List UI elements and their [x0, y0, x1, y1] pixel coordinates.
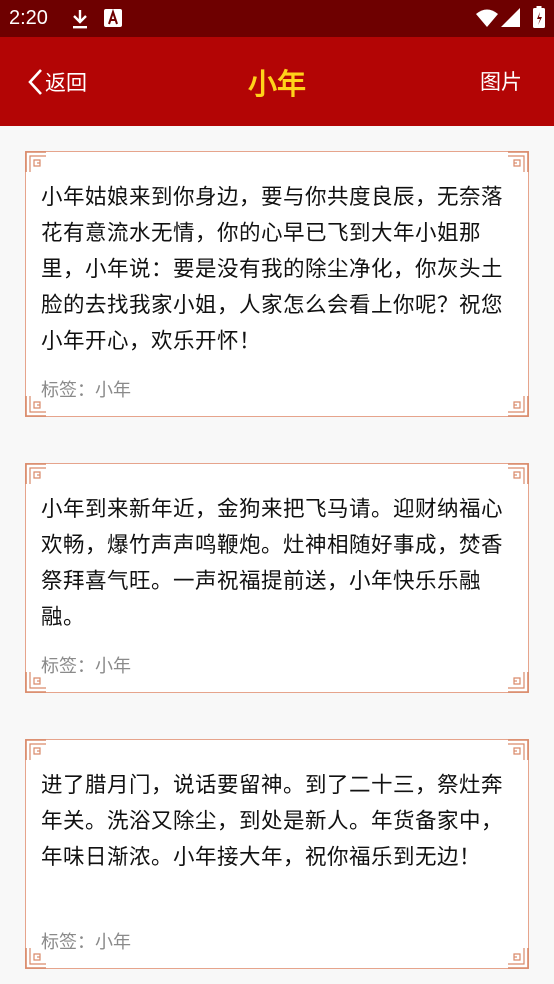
- image-button[interactable]: 图片: [480, 66, 522, 96]
- corner-ornament-icon: [25, 151, 47, 173]
- corner-ornament-icon: [507, 463, 529, 485]
- status-bar: 2:20: [0, 0, 554, 37]
- status-time: 2:20: [9, 7, 48, 29]
- app-bar: 返回 小年 图片: [0, 37, 554, 126]
- card-text: 小年姑娘来到你身边，要与你共度良辰，无奈落花有意流水无情，你的心早已飞到大年小姐…: [41, 185, 504, 354]
- greeting-card[interactable]: 进了腊月门，说话要留神。到了二十三，祭灶奔年关。洗浴又除尘，到处是新人。年货备家…: [25, 739, 529, 969]
- battery-icon: [533, 6, 545, 28]
- card-tag: 标签：小年: [41, 380, 131, 401]
- corner-ornament-icon: [507, 947, 529, 969]
- card-text: 小年到来新年近，金狗来把飞马请。迎财纳福心欢畅，爆竹声声鸣鞭炮。灶神相随好事成，…: [41, 497, 504, 630]
- corner-ornament-icon: [507, 739, 529, 761]
- corner-ornament-icon: [25, 463, 47, 485]
- card-text: 进了腊月门，说话要留神。到了二十三，祭灶奔年关。洗浴又除尘，到处是新人。年货备家…: [41, 773, 504, 870]
- corner-ornament-icon: [25, 739, 47, 761]
- a-notification-icon: [104, 9, 122, 27]
- download-icon: [73, 10, 87, 29]
- card-tag: 标签：小年: [41, 656, 131, 677]
- card-tag: 标签：小年: [41, 932, 131, 953]
- corner-ornament-icon: [507, 671, 529, 693]
- cellular-icon: [501, 8, 520, 27]
- greeting-card[interactable]: 小年姑娘来到你身边，要与你共度良辰，无奈落花有意流水无情，你的心早已飞到大年小姐…: [25, 151, 529, 417]
- greeting-card[interactable]: 小年到来新年近，金狗来把飞马请。迎财纳福心欢畅，爆竹声声鸣鞭炮。灶神相随好事成，…: [25, 463, 529, 693]
- corner-ornament-icon: [507, 151, 529, 173]
- wifi-icon: [476, 9, 498, 27]
- corner-ornament-icon: [507, 395, 529, 417]
- page-title: 小年: [247, 67, 306, 101]
